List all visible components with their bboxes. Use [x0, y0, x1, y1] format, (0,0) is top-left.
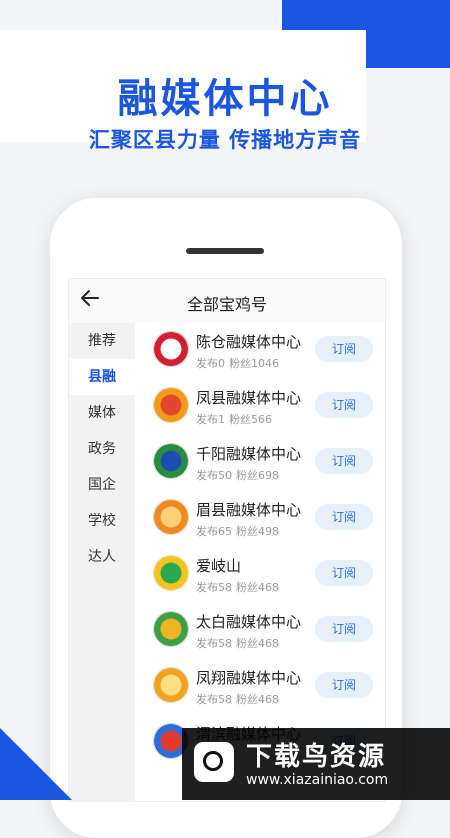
account-stats: 发布58 粉丝468 — [196, 579, 283, 595]
category-sidebar: 推荐 县融 媒体 政务 国企 学校 达人 — [69, 323, 135, 801]
account-name: 凤县融媒体中心 — [196, 389, 302, 407]
account-logo-icon — [153, 611, 189, 647]
post-count: 发布0 — [196, 357, 225, 370]
post-count: 发布58 — [196, 693, 232, 706]
fan-count: 粉丝698 — [236, 469, 279, 482]
watermark-title: 下载鸟资源 — [246, 742, 387, 772]
fan-count: 粉丝498 — [236, 525, 279, 538]
account-name: 千阳融媒体中心 — [196, 445, 302, 463]
account-logo-icon — [153, 667, 189, 703]
account-name: 陈仓融媒体中心 — [196, 333, 302, 351]
account-stats: 发布65 粉丝498 — [196, 523, 283, 539]
fan-count: 粉丝468 — [236, 693, 279, 706]
fan-count: 粉丝468 — [236, 637, 279, 650]
account-stats: 发布58 粉丝468 — [196, 691, 283, 707]
subscribe-button[interactable]: 订阅 — [315, 672, 373, 698]
post-count: 发布58 — [196, 637, 232, 650]
post-count: 发布50 — [196, 469, 232, 482]
subscribe-button[interactable]: 订阅 — [315, 504, 373, 530]
list-item[interactable]: 爱岐山 发布58 粉丝468 订阅 — [135, 547, 385, 603]
promo-headline: 融媒体中心 — [117, 76, 333, 122]
sidebar-item-county[interactable]: 县融 — [69, 359, 135, 395]
subscribe-button[interactable]: 订阅 — [315, 448, 373, 474]
account-name: 太白融媒体中心 — [196, 613, 302, 631]
subscribe-button[interactable]: 订阅 — [315, 560, 373, 586]
sidebar-item-influencer[interactable]: 达人 — [69, 539, 135, 575]
subscribe-button[interactable]: 订阅 — [315, 336, 373, 362]
list-item[interactable]: 陈仓融媒体中心 发布0 粉丝1046 订阅 — [135, 323, 385, 379]
account-name: 眉县融媒体中心 — [196, 501, 302, 519]
post-count: 发布65 — [196, 525, 232, 538]
app-screen: 全部宝鸡号 推荐 县融 媒体 政务 国企 学校 达人 陈仓融媒体中心 发布0 粉丝… — [68, 278, 386, 802]
top-bar: 全部宝鸡号 — [69, 279, 385, 323]
account-logo-icon — [153, 331, 189, 367]
watermark-logo-icon — [194, 742, 234, 782]
account-name: 爱岐山 — [196, 557, 242, 575]
watermark-url: www.xiazainiao.com — [246, 772, 389, 788]
list-item[interactable]: 眉县融媒体中心 发布65 粉丝498 订阅 — [135, 491, 385, 547]
post-count: 发布1 — [196, 413, 225, 426]
account-logo-icon — [153, 443, 189, 479]
sidebar-item-government[interactable]: 政务 — [69, 431, 135, 467]
sidebar-item-state-enterprise[interactable]: 国企 — [69, 467, 135, 503]
list-item[interactable]: 凤县融媒体中心 发布1 粉丝566 订阅 — [135, 379, 385, 435]
account-stats: 发布1 粉丝566 — [196, 411, 276, 427]
fan-count: 粉丝566 — [229, 413, 272, 426]
phone-speaker — [186, 248, 264, 254]
account-stats: 发布50 粉丝698 — [196, 467, 283, 483]
account-name: 凤翔融媒体中心 — [196, 669, 302, 687]
page-title: 全部宝鸡号 — [186, 295, 267, 314]
decor-blue-triangle — [0, 728, 72, 800]
account-stats: 发布58 粉丝468 — [196, 635, 283, 651]
post-count: 发布58 — [196, 581, 232, 594]
list-item[interactable]: 千阳融媒体中心 发布50 粉丝698 订阅 — [135, 435, 385, 491]
sidebar-item-school[interactable]: 学校 — [69, 503, 135, 539]
account-stats: 发布0 粉丝1046 — [196, 355, 283, 371]
list-item[interactable]: 太白融媒体中心 发布58 粉丝468 订阅 — [135, 603, 385, 659]
promo-tagline: 汇聚区县力量 传播地方声音 — [88, 128, 362, 152]
sidebar-item-recommend[interactable]: 推荐 — [69, 323, 135, 359]
subscribe-button[interactable]: 订阅 — [315, 392, 373, 418]
sidebar-item-media[interactable]: 媒体 — [69, 395, 135, 431]
fan-count: 粉丝468 — [236, 581, 279, 594]
subscribe-button[interactable]: 订阅 — [315, 616, 373, 642]
fan-count: 粉丝1046 — [229, 357, 279, 370]
account-logo-icon — [153, 555, 189, 591]
account-logo-icon — [153, 499, 189, 535]
account-logo-icon — [153, 387, 189, 423]
list-item[interactable]: 凤翔融媒体中心 发布58 粉丝468 订阅 — [135, 659, 385, 715]
